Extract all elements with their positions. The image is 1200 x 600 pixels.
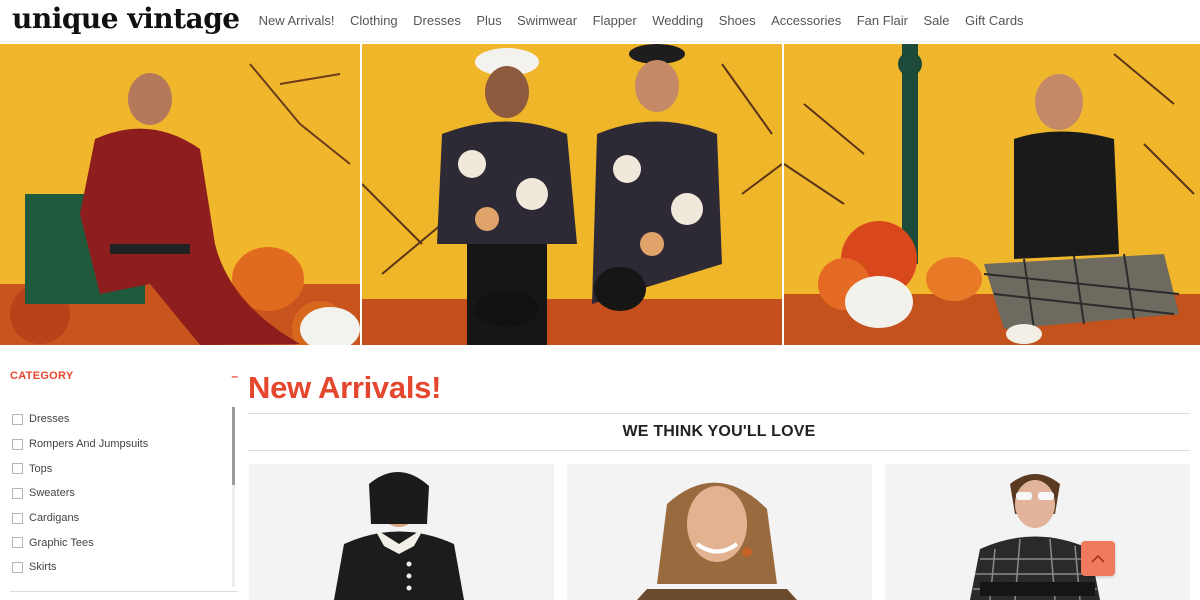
back-to-top-button[interactable] bbox=[1081, 541, 1115, 576]
category-list: Dresses Rompers And Jumpsuits Tops Sweat… bbox=[10, 407, 238, 587]
category-label: Cardigans bbox=[29, 512, 80, 525]
category-label: Graphic Tees bbox=[29, 536, 94, 549]
product-card-1[interactable] bbox=[249, 464, 554, 600]
checkbox[interactable] bbox=[12, 438, 23, 450]
category-item-cardigans[interactable]: Cardigans bbox=[10, 506, 238, 531]
category-item-graphic-tees[interactable]: Graphic Tees bbox=[10, 530, 238, 555]
product-card-3[interactable] bbox=[885, 464, 1190, 600]
nav-sale[interactable]: Sale bbox=[924, 13, 950, 28]
page-title: New Arrivals! bbox=[248, 370, 442, 405]
category-label: Skirts bbox=[29, 561, 57, 574]
checkbox[interactable] bbox=[12, 413, 23, 425]
category-filter: CATEGORY – Dresses Rompers And Jumpsuits… bbox=[10, 370, 238, 587]
nav-fan-flair[interactable]: Fan Flair bbox=[857, 13, 908, 28]
site-header: unique vintage New Arrivals! Clothing Dr… bbox=[0, 0, 1200, 42]
hero-image-1 bbox=[0, 44, 360, 345]
minus-icon[interactable]: – bbox=[231, 370, 238, 382]
divider bbox=[248, 450, 1190, 451]
category-label: Tops bbox=[29, 462, 53, 475]
nav-new-arrivals[interactable]: New Arrivals! bbox=[259, 13, 335, 28]
section-title: WE THINK YOU'LL LOVE bbox=[622, 423, 816, 440]
checkbox[interactable] bbox=[12, 537, 23, 549]
chevron-up-icon bbox=[1091, 554, 1105, 563]
checkbox[interactable] bbox=[12, 487, 23, 499]
divider bbox=[248, 413, 1190, 414]
scrollbar-thumb[interactable] bbox=[232, 407, 235, 485]
logo[interactable]: unique vintage bbox=[12, 2, 240, 35]
checkbox[interactable] bbox=[12, 561, 23, 573]
hero-image-2 bbox=[362, 44, 782, 345]
category-scrollbar[interactable] bbox=[232, 407, 235, 587]
category-item-dresses[interactable]: Dresses bbox=[10, 407, 238, 432]
category-item-tops[interactable]: Tops bbox=[10, 456, 238, 481]
category-label: Sweaters bbox=[29, 487, 75, 500]
checkbox[interactable] bbox=[12, 463, 23, 475]
checkbox[interactable] bbox=[12, 512, 23, 524]
hero-banner[interactable] bbox=[0, 44, 1200, 345]
category-label: Dresses bbox=[29, 413, 70, 426]
main-nav: New Arrivals! Clothing Dresses Plus Swim… bbox=[259, 13, 1039, 28]
hero-image-3 bbox=[784, 44, 1200, 345]
nav-dresses[interactable]: Dresses bbox=[413, 13, 461, 28]
product-card-2[interactable] bbox=[567, 464, 872, 600]
nav-clothing[interactable]: Clothing bbox=[350, 13, 398, 28]
category-item-sweaters[interactable]: Sweaters bbox=[10, 481, 238, 506]
nav-accessories[interactable]: Accessories bbox=[771, 13, 841, 28]
nav-plus[interactable]: Plus bbox=[476, 13, 501, 28]
category-item-skirts[interactable]: Skirts bbox=[10, 555, 238, 580]
nav-swimwear[interactable]: Swimwear bbox=[517, 13, 577, 28]
category-title: CATEGORY bbox=[10, 370, 74, 382]
category-label: Rompers And Jumpsuits bbox=[29, 438, 149, 451]
main-content: New Arrivals! WE THINK YOU'LL LOVE bbox=[248, 370, 1190, 451]
nav-flapper[interactable]: Flapper bbox=[593, 13, 637, 28]
category-header[interactable]: CATEGORY – bbox=[10, 370, 238, 382]
nav-wedding[interactable]: Wedding bbox=[652, 13, 703, 28]
sidebar-divider bbox=[10, 591, 238, 592]
product-grid bbox=[249, 464, 1190, 600]
category-item-rompers[interactable]: Rompers And Jumpsuits bbox=[10, 432, 238, 457]
nav-gift-cards[interactable]: Gift Cards bbox=[965, 13, 1024, 28]
nav-shoes[interactable]: Shoes bbox=[719, 13, 756, 28]
